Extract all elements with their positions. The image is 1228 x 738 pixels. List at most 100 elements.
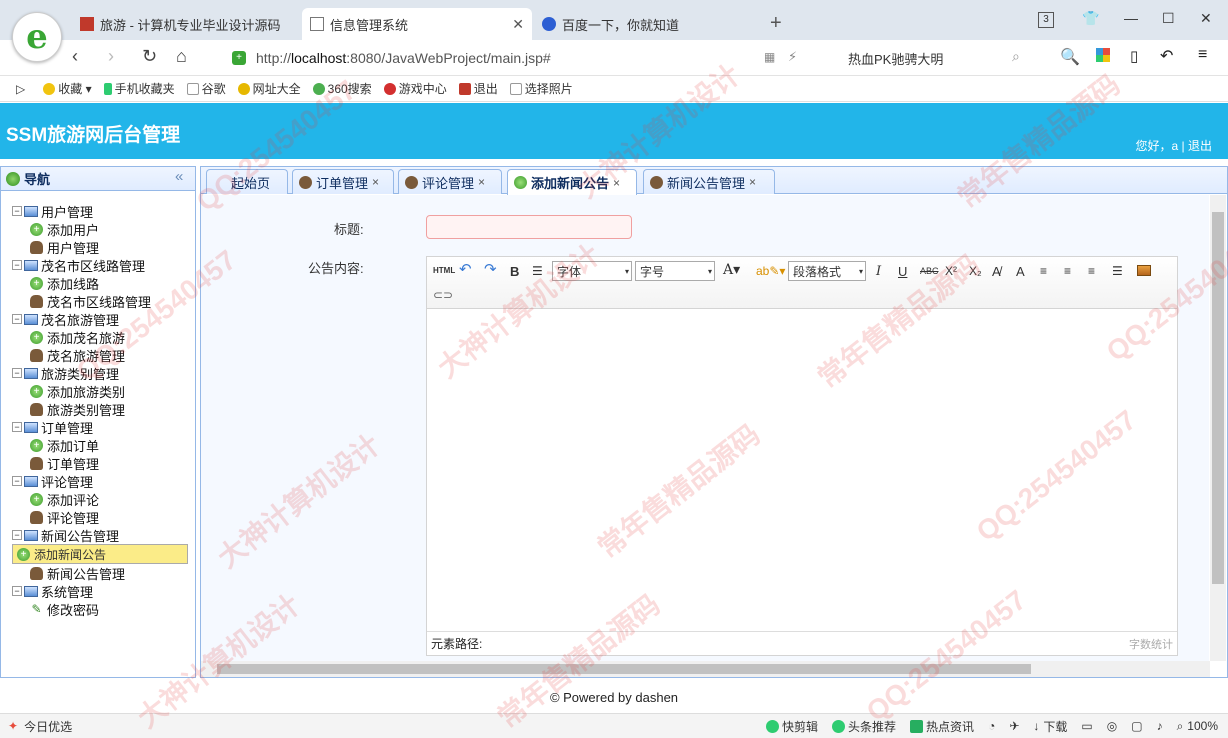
- search-icon[interactable]: ⌕: [1012, 48, 1020, 65]
- tab-home[interactable]: 起始页: [206, 169, 288, 194]
- align-left-icon[interactable]: ≡: [1040, 264, 1047, 278]
- bookmark-google[interactable]: 谷歌: [186, 80, 226, 97]
- superscript-icon[interactable]: X²: [945, 264, 957, 278]
- status-ie[interactable]: ◎: [1107, 719, 1117, 733]
- align-center-icon[interactable]: ≡: [1088, 264, 1095, 278]
- close-tab-icon[interactable]: ×: [478, 175, 485, 189]
- paragraph-select[interactable]: 段落格式 ▾: [788, 261, 866, 281]
- strikethrough-icon[interactable]: ABC: [920, 266, 939, 276]
- close-tab-icon[interactable]: ✕: [512, 16, 524, 33]
- bookmark-mobile[interactable]: 手机收藏夹: [103, 80, 175, 97]
- user-greeting-logout[interactable]: 您好，a | 退出: [1136, 137, 1212, 154]
- undo-icon[interactable]: ↶: [1160, 46, 1173, 66]
- nav-group[interactable]: − 系统管理: [12, 582, 188, 600]
- qr-code-icon[interactable]: ▦: [764, 50, 775, 64]
- tab-news-manage[interactable]: 新闻公告管理 ×: [643, 169, 775, 194]
- subscript-icon[interactable]: X₂: [969, 264, 982, 278]
- vertical-scroll-thumb[interactable]: [1212, 212, 1224, 584]
- font-family-select[interactable]: 字体 ▾: [552, 261, 632, 281]
- search-engine-icon[interactable]: 🔍: [1060, 47, 1080, 67]
- back-icon[interactable]: ‹: [72, 46, 78, 67]
- format-brush-icon[interactable]: A: [1016, 264, 1025, 279]
- new-tab-icon[interactable]: +: [770, 12, 782, 35]
- status-download[interactable]: ↓ 下载: [1033, 718, 1067, 735]
- shirt-skin-icon[interactable]: 👕: [1082, 10, 1099, 27]
- font-size-select[interactable]: 字号 ▾: [635, 261, 715, 281]
- html-source-icon[interactable]: HTML: [433, 266, 455, 275]
- tree-toggle-icon[interactable]: −: [12, 586, 22, 596]
- bookmark-photo[interactable]: 选择照片: [509, 80, 573, 97]
- status-window[interactable]: ▢: [1131, 719, 1142, 733]
- nav-group[interactable]: − 用户管理: [12, 202, 188, 220]
- nav-item[interactable]: 旅游类别管理: [12, 400, 188, 418]
- home-icon[interactable]: ⌂: [176, 46, 187, 67]
- bookmark-hao[interactable]: 网址大全: [237, 80, 301, 97]
- lightning-icon[interactable]: ⚡: [788, 49, 797, 65]
- bookmark-360[interactable]: 360搜索: [312, 80, 372, 97]
- status-speed[interactable]: ◔: [988, 719, 995, 733]
- font-color-icon[interactable]: A▾: [723, 262, 740, 278]
- tree-toggle-icon[interactable]: −: [12, 206, 22, 216]
- nav-group[interactable]: − 旅游类别管理: [12, 364, 188, 382]
- nav-item[interactable]: 订单管理: [12, 454, 188, 472]
- tab-comments[interactable]: 评论管理 ×: [398, 169, 502, 194]
- browser-tab-2[interactable]: 信息管理系统 ✕: [302, 8, 532, 40]
- search-input[interactable]: 热血PK驰骋大明: [840, 47, 1035, 69]
- url-field[interactable]: + http://localhost:8080/JavaWebProject/m…: [232, 47, 752, 69]
- tree-toggle-icon[interactable]: −: [12, 422, 22, 432]
- nav-group[interactable]: − 新闻公告管理: [12, 526, 188, 544]
- tree-toggle-icon[interactable]: −: [12, 260, 22, 270]
- nav-item[interactable]: + 添加订单: [12, 436, 188, 454]
- highlight-icon[interactable]: ab✎▾: [756, 264, 785, 278]
- nav-group[interactable]: − 订单管理: [12, 418, 188, 436]
- nav-group[interactable]: − 茂名旅游管理: [12, 310, 188, 328]
- nav-item[interactable]: ✎ 修改密码: [12, 600, 188, 618]
- editor-body[interactable]: [427, 310, 1177, 630]
- close-tab-icon[interactable]: ×: [749, 175, 756, 189]
- image-icon[interactable]: [1137, 265, 1151, 276]
- nav-item[interactable]: + 添加线路: [12, 274, 188, 292]
- tablet-icon[interactable]: ▯: [1130, 47, 1138, 65]
- justify-icon[interactable]: ☰: [1112, 264, 1123, 278]
- status-clean[interactable]: ✈: [1009, 719, 1019, 733]
- status-sound[interactable]: ♪: [1157, 719, 1163, 733]
- nav-item[interactable]: + 添加茂名旅游: [12, 328, 188, 346]
- status-kuaijianji[interactable]: 快剪辑: [766, 718, 818, 735]
- browser-logo-icon[interactable]: e: [12, 12, 62, 62]
- nav-item[interactable]: 新闻公告管理: [12, 564, 188, 582]
- nav-item[interactable]: + 添加旅游类别: [12, 382, 188, 400]
- browser-tab-3[interactable]: 百度一下，你就知道: [534, 8, 764, 40]
- nav-item[interactable]: 用户管理: [12, 238, 188, 256]
- nav-item[interactable]: 茂名市区线路管理: [12, 292, 188, 310]
- italic-icon[interactable]: I: [876, 264, 881, 279]
- nav-item[interactable]: 茂名旅游管理: [12, 346, 188, 364]
- nav-group[interactable]: − 评论管理: [12, 472, 188, 490]
- close-window-icon[interactable]: ✕: [1200, 10, 1212, 27]
- tree-toggle-icon[interactable]: −: [12, 314, 22, 324]
- status-news[interactable]: 热点资讯: [910, 718, 974, 735]
- minimize-icon[interactable]: —: [1124, 10, 1138, 26]
- align-right-icon[interactable]: ≡: [1064, 264, 1071, 278]
- close-tab-icon[interactable]: ×: [372, 175, 379, 189]
- tree-toggle-icon[interactable]: −: [12, 476, 22, 486]
- underline-icon[interactable]: U: [898, 264, 907, 279]
- tree-toggle-icon[interactable]: −: [12, 530, 22, 540]
- status-zoom[interactable]: ⌕ 100%: [1177, 719, 1218, 734]
- nav-item[interactable]: + 添加新闻公告: [12, 544, 188, 564]
- nav-group[interactable]: − 茂名市区线路管理: [12, 256, 188, 274]
- status-toutiao[interactable]: 头条推荐: [832, 718, 896, 735]
- link-icon[interactable]: ⊂⊃: [433, 288, 453, 302]
- collapse-icon[interactable]: «: [175, 168, 183, 185]
- sidebar-toggle-icon[interactable]: ▷: [16, 82, 25, 96]
- bold-icon[interactable]: B: [510, 264, 519, 279]
- format-icon[interactable]: ☰: [532, 264, 543, 278]
- menu-icon[interactable]: ≡: [1198, 46, 1207, 64]
- bookmark-games[interactable]: 游戏中心: [383, 80, 447, 97]
- tab-orders[interactable]: 订单管理 ×: [292, 169, 394, 194]
- tree-toggle-icon[interactable]: −: [12, 368, 22, 378]
- horizontal-scroll-thumb[interactable]: [217, 664, 1031, 674]
- nav-item[interactable]: 评论管理: [12, 508, 188, 526]
- bookmark-favorites[interactable]: 收藏 ▾: [43, 80, 92, 97]
- status-left[interactable]: 今日优选: [24, 718, 72, 735]
- nav-item[interactable]: + 添加评论: [12, 490, 188, 508]
